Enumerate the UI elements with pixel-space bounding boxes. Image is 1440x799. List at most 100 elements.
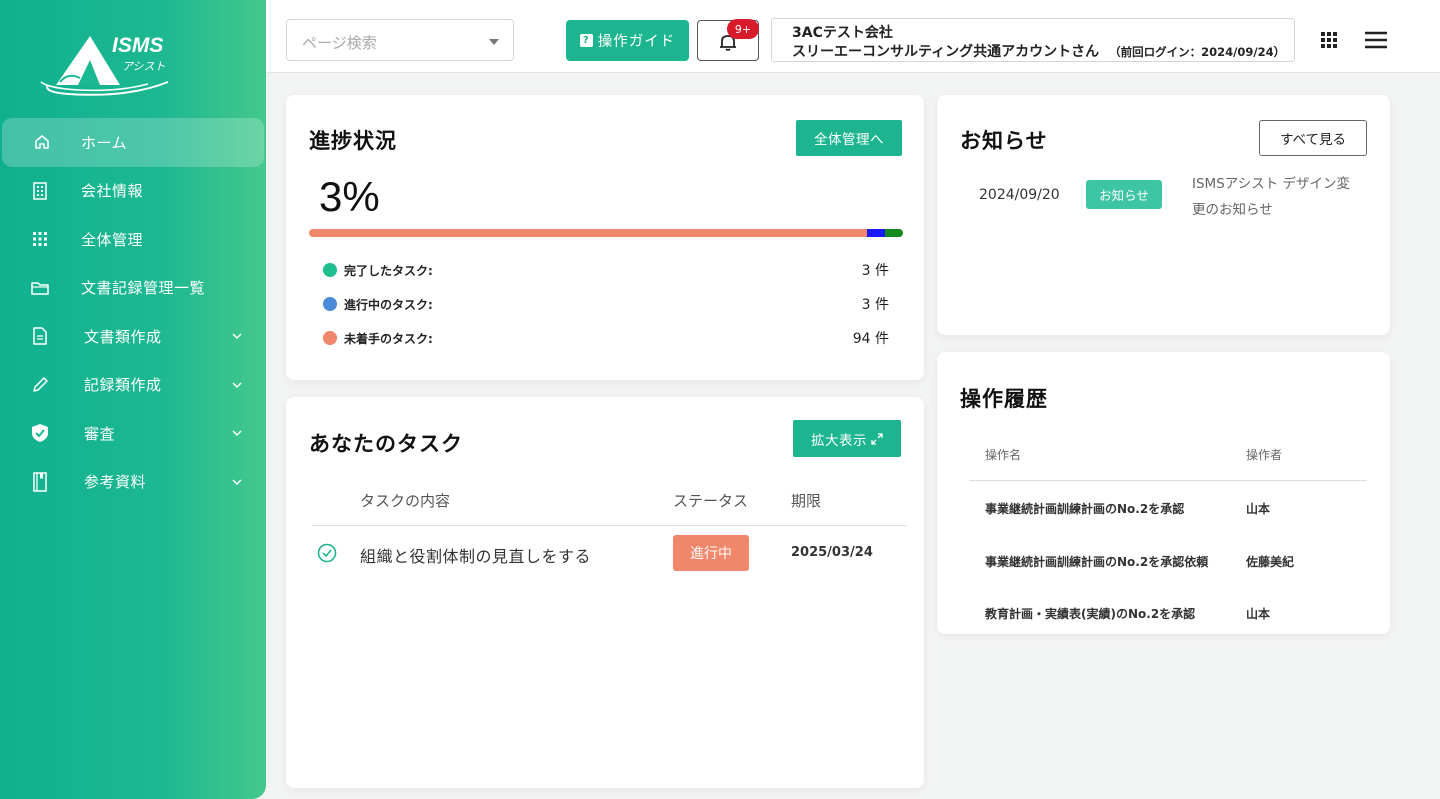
legend-dot xyxy=(323,263,337,277)
progress-percent: 3% xyxy=(319,173,380,220)
legend-count: 3 件 xyxy=(861,263,889,279)
sidebar-item-label: 文書類作成 xyxy=(84,327,162,346)
progress-bar xyxy=(309,229,903,237)
see-all-button[interactable]: すべて見る xyxy=(1259,120,1367,156)
logo-subtext: アシスト xyxy=(122,60,166,73)
building-icon xyxy=(30,181,50,201)
company-name: 3ACテスト会社 xyxy=(792,25,893,41)
legend-dot xyxy=(323,331,337,345)
check-circle-icon[interactable] xyxy=(317,543,337,563)
legend-dot xyxy=(323,297,337,311)
news-tag: お知らせ xyxy=(1086,180,1162,209)
account-name: スリーエーコンサルティング共通アカウントさん xyxy=(792,44,1100,60)
history-header-operation: 操作名 xyxy=(985,448,1022,462)
sidebar-item-label: 記録類作成 xyxy=(84,376,162,395)
chevron-down-icon[interactable] xyxy=(230,426,244,440)
question-icon: ? xyxy=(579,34,593,47)
last-login: （前回ログイン：2024/09/24） xyxy=(1109,45,1286,59)
progress-segment-not-started xyxy=(309,229,868,237)
news-text[interactable]: ISMSアシスト デザイン変 更のお知らせ xyxy=(1192,171,1362,223)
progress-card: 進捗状況 全体管理へ 3% 完了したタスク: 3 件 進行中のタスク: 3 件 … xyxy=(286,95,924,380)
history-card: 操作履歴 xyxy=(937,352,1390,634)
legend-in-progress: 進行中のタスク: 3 件 xyxy=(323,294,889,314)
news-card: お知らせ すべて見る 2024/09/20 お知らせ ISMSアシスト デザイン… xyxy=(937,95,1390,335)
sidebar-item-overall[interactable]: 全体管理 xyxy=(0,215,266,264)
chevron-down-icon[interactable] xyxy=(230,378,244,392)
expand-icon xyxy=(871,432,883,445)
news-date: 2024/09/20 xyxy=(979,187,1060,203)
document-icon xyxy=(30,326,50,346)
home-icon xyxy=(32,132,52,152)
guide-button[interactable]: ? 操作ガイド xyxy=(566,20,689,61)
history-user: 山本 xyxy=(1246,502,1271,516)
legend-label: 進行中のタスク: xyxy=(344,298,433,312)
sidebar-item-label: 会社情報 xyxy=(81,182,144,201)
legend-label: 完了したタスク: xyxy=(344,264,433,278)
grid-icon xyxy=(30,229,50,249)
history-user: 佐藤美紀 xyxy=(1246,555,1295,569)
expand-view-button[interactable]: 拡大表示 xyxy=(793,420,901,457)
top-header: ページ検索 ? 操作ガイド 9+ 3ACテスト会社 スリーエーコンサルティング共… xyxy=(266,0,1440,73)
column-header-status: ステータス xyxy=(673,492,749,510)
account-info[interactable]: 3ACテスト会社 スリーエーコンサルティング共通アカウントさん （前回ログイン：2… xyxy=(771,18,1295,62)
search-placeholder: ページ検索 xyxy=(302,34,377,52)
notification-button[interactable]: 9+ xyxy=(697,19,759,61)
legend-label: 未着手のタスク: xyxy=(344,332,433,346)
sidebar-item-label: 全体管理 xyxy=(81,230,144,249)
pencil-icon xyxy=(30,375,50,395)
column-header-content: タスクの内容 xyxy=(360,492,451,510)
history-operation: 教育計画・実績表(実績)のNo.2を承認 xyxy=(985,607,1196,621)
table-divider xyxy=(312,525,907,526)
caret-down-icon xyxy=(489,39,499,45)
sidebar-nav: ホーム 会社情報 全体管理 文書記録管理一覧 文書類作成 記録類作成 審査 参考… xyxy=(0,118,266,506)
legend-not-started: 未着手のタスク: 94 件 xyxy=(323,328,889,348)
notification-badge: 9+ xyxy=(727,19,759,39)
apps-grid-icon[interactable] xyxy=(1321,32,1337,48)
task-due: 2025/03/24 xyxy=(791,545,873,560)
hamburger-menu-icon[interactable] xyxy=(1365,31,1387,49)
book-icon xyxy=(30,472,50,492)
history-header-user: 操作者 xyxy=(1246,448,1283,462)
history-divider xyxy=(969,480,1367,481)
guide-button-label: 操作ガイド xyxy=(597,34,676,50)
sidebar-item-company[interactable]: 会社情報 xyxy=(0,167,266,216)
sidebar-item-label: 文書記録管理一覧 xyxy=(81,279,206,298)
tasks-card: あなたのタスク 拡大表示 xyxy=(286,397,924,788)
progress-segment-in-progress xyxy=(867,229,886,237)
history-user: 山本 xyxy=(1246,607,1271,621)
overall-management-button[interactable]: 全体管理へ xyxy=(796,120,902,156)
sidebar-item-reference[interactable]: 参考資料 xyxy=(0,458,266,507)
news-text-line: ISMSアシスト デザイン変 xyxy=(1192,176,1351,192)
tasks-title: あなたのタスク xyxy=(309,432,463,456)
sidebar-item-label: 参考資料 xyxy=(84,473,147,492)
column-header-due: 期限 xyxy=(791,492,822,510)
legend-completed: 完了したタスク: 3 件 xyxy=(323,260,889,280)
logo-text: ISMS xyxy=(112,34,164,57)
sidebar-item-label: ホーム xyxy=(81,133,128,152)
chevron-down-icon[interactable] xyxy=(230,329,244,343)
legend-count: 3 件 xyxy=(861,297,889,313)
folder-icon xyxy=(30,278,50,298)
sidebar-item-create-records[interactable]: 記録類作成 xyxy=(0,361,266,410)
isms-logo[interactable]: ISMS アシスト xyxy=(38,30,178,100)
progress-segment-completed xyxy=(885,229,903,237)
sidebar-item-label: 審査 xyxy=(84,424,116,443)
task-content[interactable]: 組織と役割体制の見直しをする xyxy=(360,543,591,567)
history-operation: 事業継続計画訓練計画のNo.2を承認依頼 xyxy=(985,555,1209,569)
news-title: お知らせ xyxy=(960,129,1048,153)
status-badge: 進行中 xyxy=(673,535,749,571)
news-text-line: 更のお知らせ xyxy=(1192,202,1273,218)
chevron-down-icon[interactable] xyxy=(230,475,244,489)
sidebar-item-create-documents[interactable]: 文書類作成 xyxy=(0,312,266,361)
history-operation: 事業継続計画訓練計画のNo.2を承認 xyxy=(985,502,1185,516)
sidebar-item-audit[interactable]: 審査 xyxy=(0,409,266,458)
history-title: 操作履歴 xyxy=(960,387,1048,411)
legend-count: 94 件 xyxy=(852,331,889,347)
sidebar-item-home[interactable]: ホーム xyxy=(2,118,264,167)
expand-view-label: 拡大表示 xyxy=(811,432,867,449)
progress-title: 進捗状況 xyxy=(309,129,397,153)
sidebar: ISMS アシスト ホーム 会社情報 全体管理 文書記録管理一覧 文書類作成 記… xyxy=(0,0,266,799)
page-search-select[interactable]: ページ検索 xyxy=(286,19,514,61)
sidebar-item-documents-list[interactable]: 文書記録管理一覧 xyxy=(0,264,266,313)
shield-check-icon xyxy=(30,423,50,443)
